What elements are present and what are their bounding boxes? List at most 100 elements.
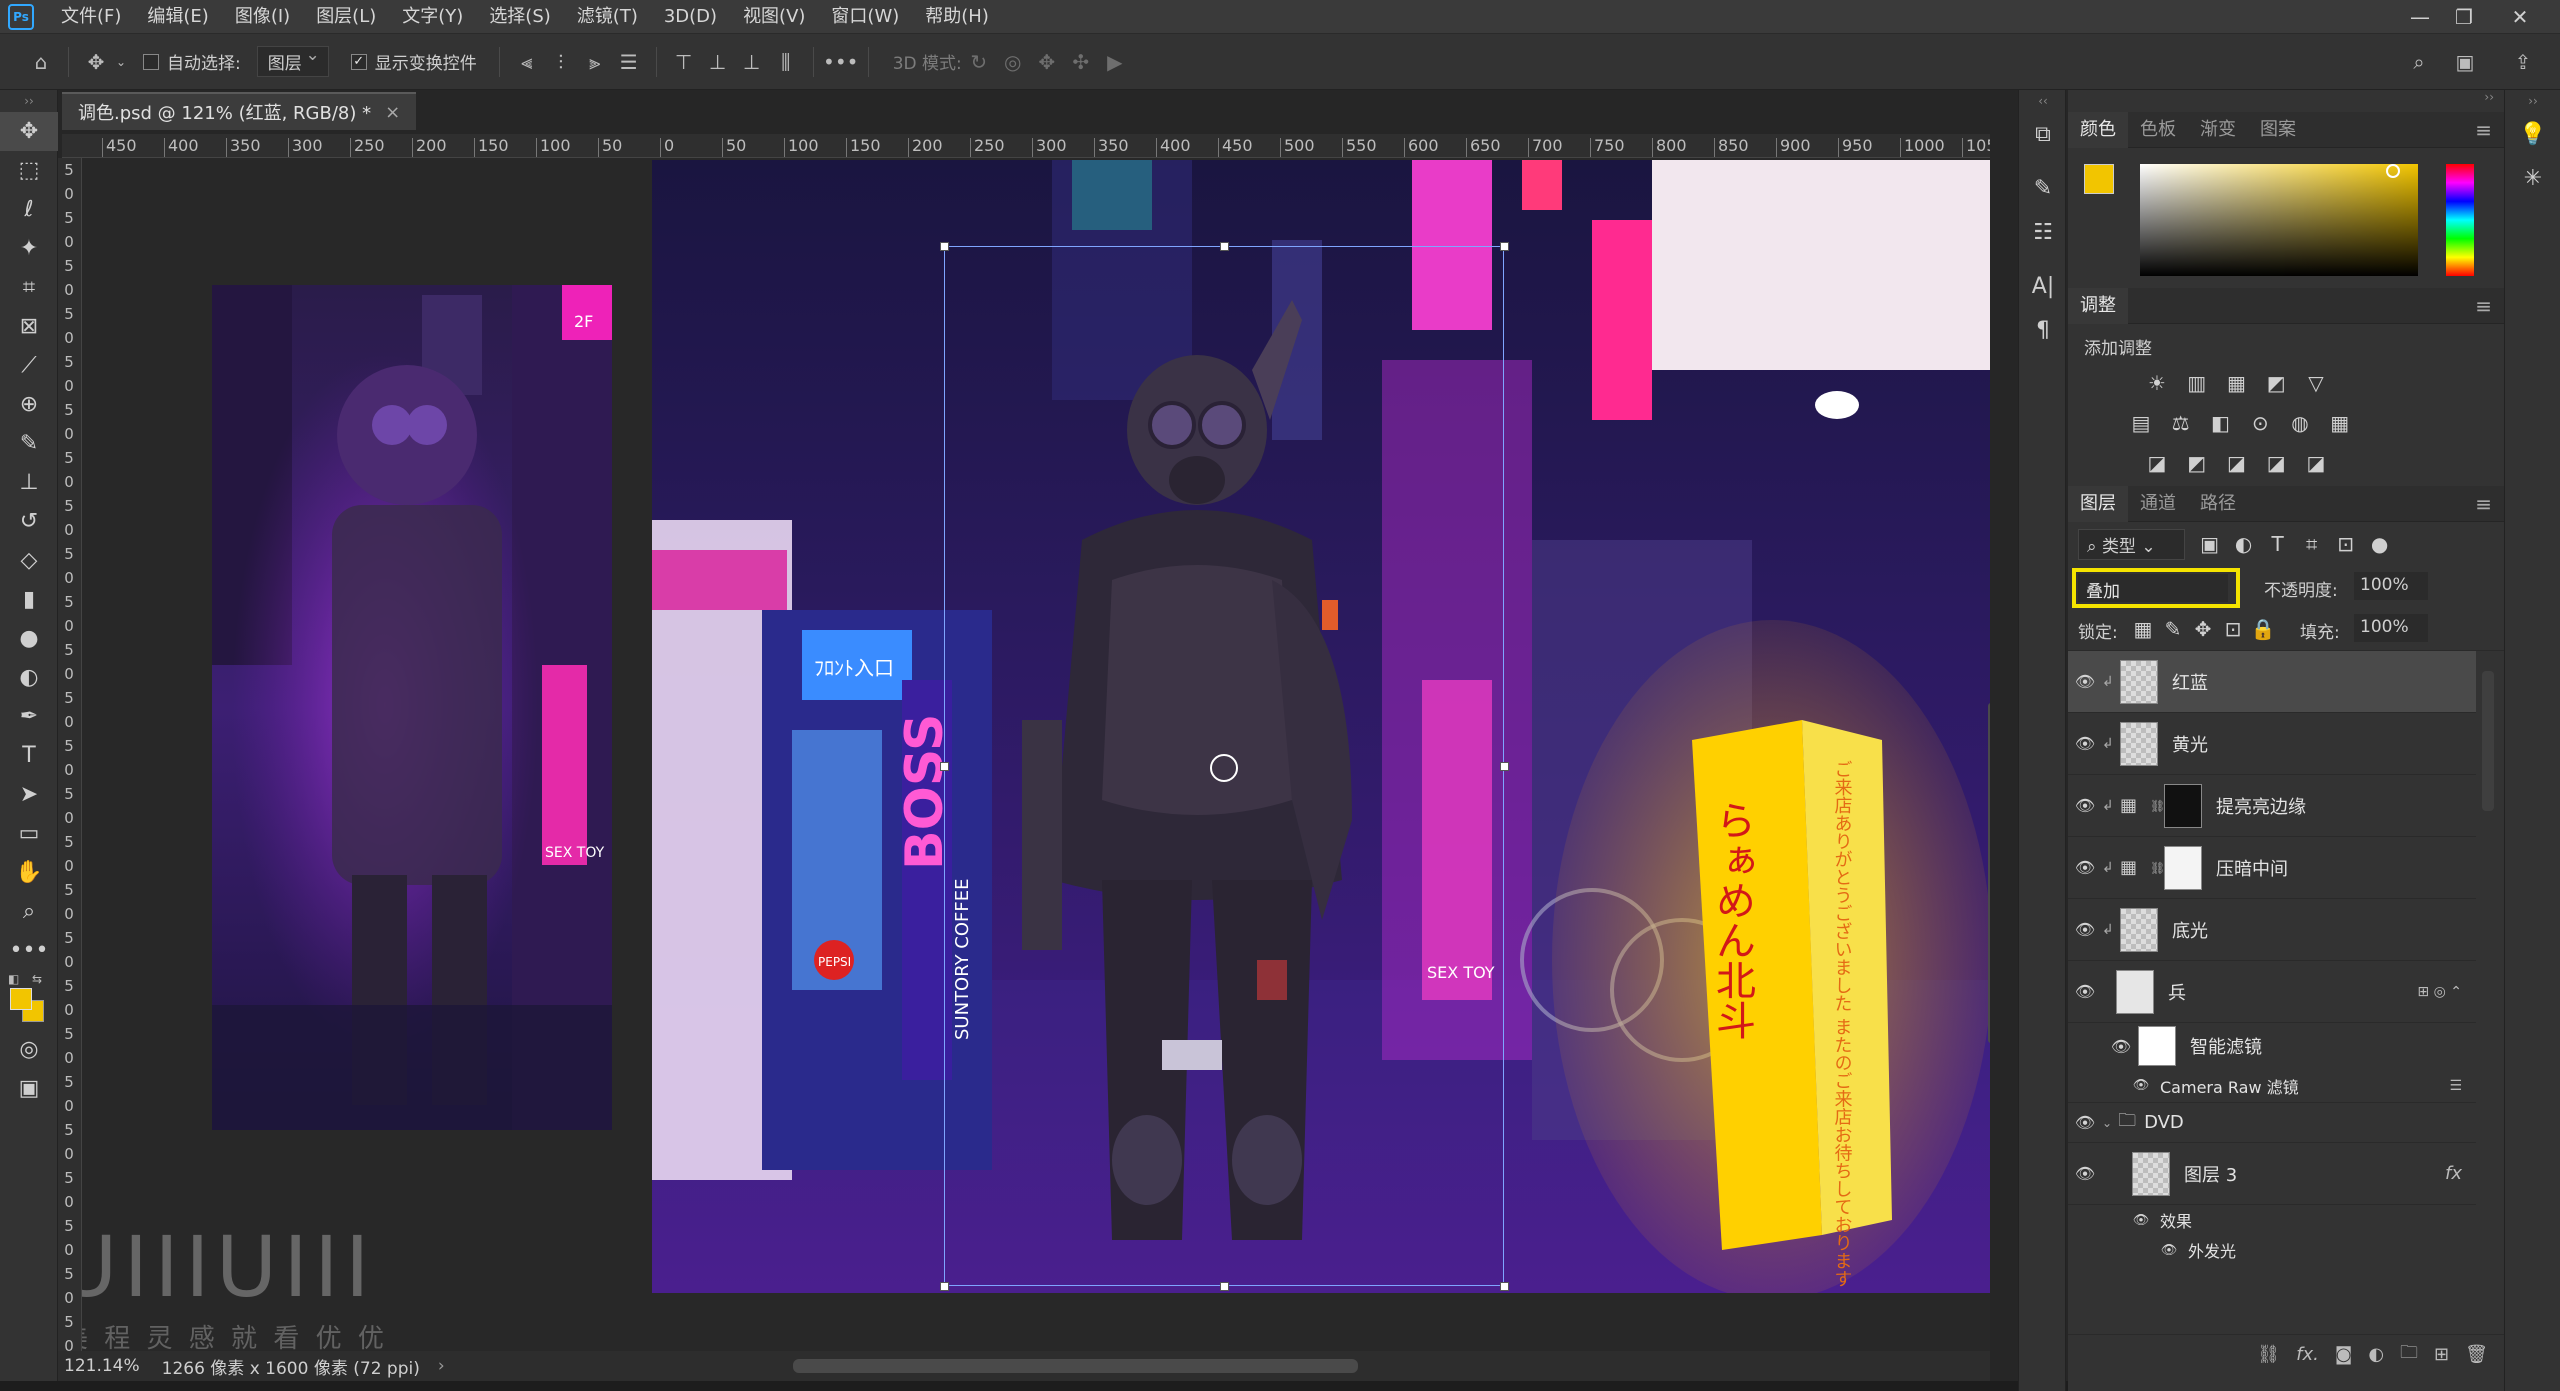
- menu-type[interactable]: 文字(Y): [389, 0, 476, 34]
- visibility-eye-icon[interactable]: 👁: [2068, 796, 2102, 815]
- collapse-arrows-icon[interactable]: ››: [0, 90, 58, 112]
- lock-pixels-icon[interactable]: ✎: [2158, 614, 2188, 644]
- history-panel-icon[interactable]: ⧉: [2019, 112, 2067, 156]
- color-swatches[interactable]: ◧ ⇆: [0, 970, 58, 1030]
- crop-tool-icon[interactable]: ⌗: [0, 268, 58, 307]
- threshold-icon[interactable]: ◪: [2221, 448, 2251, 478]
- smart-object-thumbnail[interactable]: [2116, 969, 2154, 1014]
- panels-collapse-icon[interactable]: ››: [2068, 90, 2504, 112]
- align-bottom-icon[interactable]: ⊥: [735, 45, 769, 79]
- zoom-tool-icon[interactable]: ⌕: [0, 892, 58, 931]
- layer-name[interactable]: 效果: [2160, 1208, 2192, 1232]
- layer-row-dvd-group[interactable]: 👁 ⌄ 🗀 DVD: [2068, 1103, 2476, 1143]
- tab-patterns[interactable]: 图案: [2248, 112, 2308, 148]
- collapse-arrows-icon[interactable]: ››: [2505, 90, 2560, 112]
- visibility-eye-icon[interactable]: 👁: [2124, 1078, 2158, 1093]
- layer-row-camera-raw[interactable]: 👁 Camera Raw 滤镜 ☰: [2068, 1069, 2476, 1103]
- link-layers-icon[interactable]: ⛓: [2257, 1344, 2280, 1365]
- filter-shape-icon[interactable]: ⌗: [2297, 529, 2327, 559]
- color-picker[interactable]: [2068, 148, 2504, 288]
- menu-image[interactable]: 图像(I): [222, 0, 303, 34]
- color-panel-menu-icon[interactable]: ≡: [2475, 118, 2492, 142]
- gradient-map-icon[interactable]: ◪: [2301, 448, 2331, 478]
- auto-select-checkbox[interactable]: [143, 53, 159, 70]
- color-panel-foreground-swatch[interactable]: [2084, 164, 2114, 194]
- visibility-eye-icon[interactable]: 👁: [2068, 858, 2102, 877]
- smart-filter-indicator-icon[interactable]: ⊞ ◎ ⌃: [2417, 984, 2462, 1000]
- lasso-tool-icon[interactable]: ℓ: [0, 190, 58, 229]
- pen-tool-icon[interactable]: ✒: [0, 697, 58, 736]
- filter-smart-object-icon[interactable]: ⊡: [2331, 529, 2361, 559]
- hue-slider[interactable]: [2446, 164, 2474, 276]
- chevron-down-icon[interactable]: ⌄: [113, 45, 129, 79]
- menu-select[interactable]: 选择(S): [476, 0, 563, 34]
- fill-input[interactable]: 100%: [2354, 614, 2428, 642]
- layer-thumbnail[interactable]: [2132, 1151, 2170, 1196]
- libraries-icon[interactable]: ✳: [2505, 156, 2560, 200]
- show-transform-checkbox[interactable]: ✓: [350, 53, 367, 70]
- restore-button[interactable]: ❐: [2444, 0, 2484, 34]
- layer-row-layer3[interactable]: 👁 图层 3 fx: [2068, 1143, 2476, 1205]
- tab-layers[interactable]: 图层: [2068, 485, 2128, 522]
- home-icon[interactable]: ⌂: [24, 45, 58, 79]
- search-icon[interactable]: ⌕: [2402, 45, 2436, 79]
- layer-row-outer-glow[interactable]: 👁 外发光: [2068, 1235, 2476, 1265]
- menu-layer[interactable]: 图层(L): [303, 0, 389, 34]
- 3d-slide-icon[interactable]: ✣: [1064, 45, 1098, 79]
- add-layer-style-icon[interactable]: fx.: [2296, 1344, 2319, 1365]
- menu-3d[interactable]: 3D(D): [651, 0, 730, 34]
- collapse-arrows-icon[interactable]: ‹‹: [2019, 90, 2067, 112]
- healing-brush-tool-icon[interactable]: ⊕: [0, 385, 58, 424]
- foreground-color-swatch[interactable]: [10, 988, 32, 1010]
- canvas-vertical-scrollbar[interactable]: [1988, 703, 1990, 1043]
- layer-filter-dropdown[interactable]: ⌕ 类型 ⌄: [2078, 528, 2185, 560]
- menu-file[interactable]: 文件(F): [48, 0, 134, 34]
- canvas-area[interactable]: 2F SEX TOY ﾌﾛﾝﾄ入口 PEPSI BOSS SUNTORY COF…: [82, 158, 1990, 1351]
- lock-position-icon[interactable]: ✥: [2188, 614, 2218, 644]
- eyedropper-tool-icon[interactable]: ⟋: [0, 346, 58, 385]
- adjustments-panel-menu-icon[interactable]: ≡: [2475, 294, 2492, 318]
- brush-tool-icon[interactable]: ✎: [0, 424, 58, 463]
- layer-row-smart-filters[interactable]: 👁 智能滤镜: [2068, 1023, 2476, 1069]
- stamp-tool-icon[interactable]: ⊥: [0, 463, 58, 502]
- layers-scrollbar[interactable]: [2482, 671, 2494, 811]
- transform-handle-bc[interactable]: [1220, 1282, 1229, 1291]
- delete-layer-icon[interactable]: 🗑: [2465, 1344, 2488, 1365]
- show-transform-option[interactable]: ✓ 显示变换控件: [350, 49, 477, 74]
- color-balance-icon[interactable]: ⚖: [2166, 408, 2196, 438]
- color-lookup-icon[interactable]: ▦: [2325, 408, 2355, 438]
- dodge-tool-icon[interactable]: ◐: [0, 658, 58, 697]
- hand-tool-icon[interactable]: ✋: [0, 853, 58, 892]
- marquee-tool-icon[interactable]: ⬚: [0, 151, 58, 190]
- group-expand-chevron-icon[interactable]: ⌄: [2102, 1116, 2112, 1130]
- layer-name[interactable]: 压暗中间: [2216, 855, 2288, 881]
- hue-saturation-icon[interactable]: ▤: [2126, 408, 2156, 438]
- transform-handle-bl[interactable]: [940, 1282, 949, 1291]
- status-menu-arrow[interactable]: ›: [438, 1356, 445, 1376]
- distribute-v-icon[interactable]: ⫼: [769, 45, 803, 79]
- tab-channels[interactable]: 通道: [2128, 486, 2188, 522]
- paragraph-panel-icon[interactable]: ¶: [2019, 308, 2067, 352]
- add-mask-icon[interactable]: ◙: [2335, 1344, 2352, 1365]
- layer-thumbnail[interactable]: [2120, 659, 2158, 704]
- close-window-button[interactable]: ✕: [2500, 0, 2540, 34]
- path-selection-tool-icon[interactable]: ➤: [0, 775, 58, 814]
- align-middle-v-icon[interactable]: ⊥: [701, 45, 735, 79]
- minimize-button[interactable]: —: [2400, 0, 2440, 34]
- menu-view[interactable]: 视图(V): [730, 0, 818, 34]
- menu-filter[interactable]: 滤镜(T): [564, 0, 651, 34]
- visibility-eye-icon[interactable]: 👁: [2068, 672, 2102, 691]
- new-adjustment-layer-icon[interactable]: ◐: [2368, 1344, 2384, 1365]
- distribute-h-icon[interactable]: ☰: [612, 45, 646, 79]
- layer-row-effects[interactable]: 👁 效果: [2068, 1205, 2476, 1235]
- channel-mixer-icon[interactable]: ◍: [2285, 408, 2315, 438]
- layers-panel-menu-icon[interactable]: ≡: [2475, 492, 2492, 516]
- quick-mask-icon[interactable]: ◎: [0, 1030, 58, 1069]
- edit-toolbar-icon[interactable]: •••: [0, 931, 58, 970]
- tab-gradients[interactable]: 渐变: [2188, 112, 2248, 148]
- zoom-level[interactable]: 121.14%: [64, 1356, 140, 1376]
- tab-swatches[interactable]: 色板: [2128, 112, 2188, 148]
- layer-row-soldier[interactable]: 👁 兵 ⊞ ◎ ⌃: [2068, 961, 2476, 1023]
- layer-thumbnail[interactable]: [2120, 907, 2158, 952]
- layer-name[interactable]: 提亮亮边缘: [2216, 793, 2306, 819]
